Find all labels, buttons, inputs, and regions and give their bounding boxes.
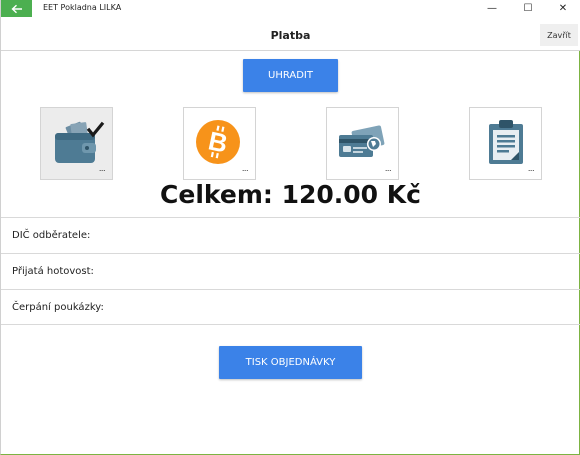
divider — [1, 324, 580, 325]
print-order-button[interactable]: TISK OBJEDNÁVKY — [219, 346, 362, 379]
page-header: Platba Zavřít — [1, 17, 580, 51]
cash-received-row[interactable]: Přijatá hotovost: — [1, 253, 580, 289]
close-icon: ✕ — [558, 3, 568, 14]
more-icon: ... — [241, 164, 249, 173]
more-icon: ... — [384, 164, 392, 173]
minimize-icon: — — [487, 3, 497, 14]
maximize-icon: ☐ — [523, 3, 533, 14]
payment-method-card[interactable]: ... — [326, 107, 399, 180]
more-icon: ... — [98, 164, 106, 173]
cash-received-label: Přijatá hotovost: — [12, 266, 94, 277]
voucher-usage-row[interactable]: Čerpání poukázky: — [1, 289, 580, 325]
back-button[interactable] — [1, 0, 32, 17]
app-title: EET Pokladna LILKA — [43, 3, 122, 12]
payment-method-bitcoin[interactable]: B ... — [183, 107, 256, 180]
title-bar: EET Pokladna LILKA — ☐ ✕ — [1, 0, 580, 17]
close-window-button[interactable]: ✕ — [545, 0, 580, 17]
maximize-button[interactable]: ☐ — [510, 0, 546, 17]
customer-tax-id-label: DIČ odběratele: — [12, 230, 91, 241]
customer-tax-id-row[interactable]: DIČ odběratele: — [1, 217, 580, 253]
total-amount: Celkem: 120.00 Kč — [160, 180, 421, 209]
more-icon: ... — [527, 164, 535, 173]
arrow-left-icon — [10, 0, 23, 18]
page-title: Platba — [270, 29, 311, 42]
voucher-usage-label: Čerpání poukázky: — [12, 302, 104, 313]
minimize-button[interactable]: — — [474, 0, 510, 17]
payment-method-cash[interactable]: ... — [40, 107, 113, 180]
close-button[interactable]: Zavřít — [540, 24, 578, 46]
app-window: EET Pokladna LILKA — ☐ ✕ Platba Zavřít U… — [0, 0, 580, 455]
pay-button[interactable]: UHRADIT — [243, 59, 338, 92]
payment-method-invoice[interactable]: ... — [469, 107, 542, 180]
